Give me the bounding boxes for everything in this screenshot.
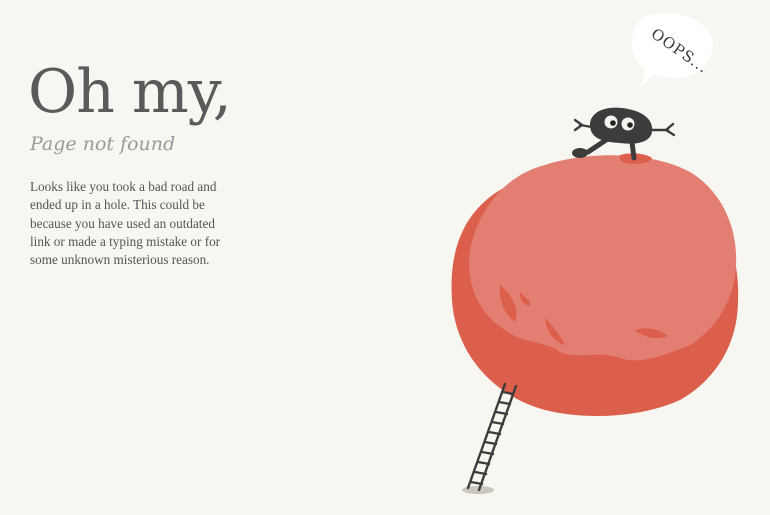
- speech-bubble: OOPS...: [631, 12, 713, 88]
- planet-highlight-shape: [469, 155, 737, 361]
- ladder: [466, 382, 518, 492]
- creature: [572, 107, 676, 161]
- hole-illustration: OOPS...: [451, 12, 739, 494]
- red-planet: [451, 153, 739, 416]
- error-page: Oh my, Page not found Looks like you too…: [0, 0, 770, 515]
